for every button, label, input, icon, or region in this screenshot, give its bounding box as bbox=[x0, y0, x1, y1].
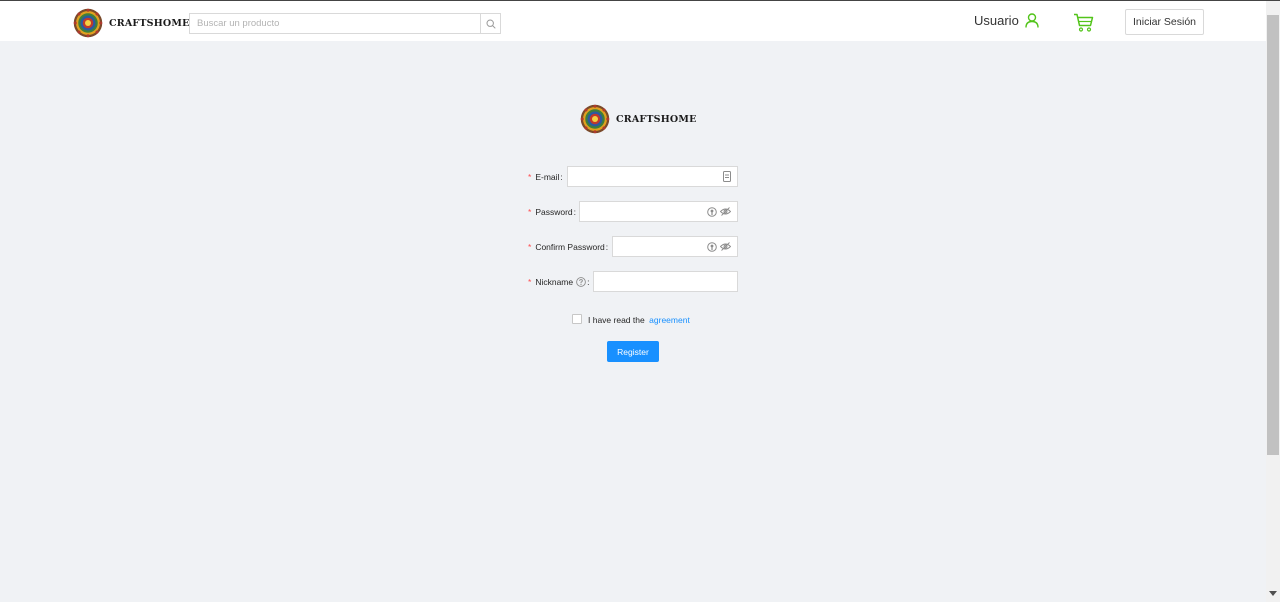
nickname-input[interactable] bbox=[594, 272, 737, 291]
required-mark: * bbox=[528, 171, 532, 182]
agreement-row: I have read the agreement bbox=[572, 310, 690, 328]
nickname-label-text: Nickname bbox=[535, 276, 574, 287]
confirm-password-field bbox=[612, 236, 738, 257]
email-input[interactable] bbox=[568, 167, 723, 186]
confirm-password-row: * Confirm Password : bbox=[528, 236, 611, 257]
cart-button[interactable] bbox=[1073, 13, 1094, 37]
password-manager-icon[interactable] bbox=[707, 206, 717, 217]
confirm-password-label: * Confirm Password : bbox=[528, 241, 609, 252]
register-brand: CRAFTSHOME bbox=[580, 104, 697, 134]
required-mark: * bbox=[528, 276, 532, 287]
confirm-password-input[interactable] bbox=[613, 237, 707, 256]
craftshome-logo bbox=[73, 8, 103, 38]
eye-hidden-icon[interactable] bbox=[720, 207, 731, 216]
eye-hidden-icon[interactable] bbox=[720, 242, 731, 251]
login-button[interactable]: Iniciar Sesión bbox=[1125, 9, 1204, 35]
password-manager-icon[interactable] bbox=[707, 241, 717, 252]
search-icon bbox=[485, 18, 496, 29]
email-label-text: E-mail bbox=[535, 171, 560, 182]
register-button[interactable]: Register bbox=[607, 341, 659, 362]
brand-link[interactable]: CRAFTSHOME bbox=[73, 8, 190, 38]
nickname-field bbox=[593, 271, 738, 292]
search-input[interactable] bbox=[190, 14, 480, 33]
agreement-text: I have read the bbox=[588, 315, 645, 325]
password-input[interactable] bbox=[580, 202, 707, 221]
site-header: CRAFTSHOME Usuario Iniciar Sesión bbox=[0, 1, 1266, 41]
email-clipboard-icon[interactable] bbox=[723, 171, 731, 182]
email-field bbox=[567, 166, 738, 187]
question-circle-icon[interactable] bbox=[576, 276, 586, 287]
agreement-checkbox[interactable] bbox=[572, 314, 582, 324]
brand-name: CRAFTSHOME bbox=[109, 17, 190, 29]
cart-icon bbox=[1074, 13, 1094, 32]
user-icon bbox=[1025, 13, 1039, 28]
required-mark: * bbox=[528, 206, 532, 217]
password-label-text: Password bbox=[535, 206, 573, 217]
search-button[interactable] bbox=[480, 14, 500, 33]
scroll-down-arrow-icon[interactable] bbox=[1269, 591, 1277, 596]
required-mark: * bbox=[528, 241, 532, 252]
email-label: * E-mail : bbox=[528, 171, 563, 182]
user-label: Usuario bbox=[974, 13, 1019, 28]
user-menu[interactable]: Usuario bbox=[974, 13, 1039, 28]
password-label: * Password : bbox=[528, 206, 577, 217]
page-scrollbar[interactable] bbox=[1266, 1, 1280, 602]
nickname-row: * Nickname : bbox=[528, 271, 592, 292]
register-brand-name: CRAFTSHOME bbox=[616, 113, 697, 125]
password-field bbox=[579, 201, 738, 222]
email-row: * E-mail : bbox=[528, 166, 566, 187]
password-row: * Password : bbox=[528, 201, 579, 222]
search-bar bbox=[189, 13, 501, 34]
nickname-label: * Nickname : bbox=[528, 276, 590, 287]
confirm-password-label-text: Confirm Password bbox=[535, 241, 605, 252]
scrollbar-thumb[interactable] bbox=[1267, 15, 1279, 455]
craftshome-logo bbox=[580, 104, 610, 134]
agreement-link[interactable]: agreement bbox=[649, 315, 690, 325]
